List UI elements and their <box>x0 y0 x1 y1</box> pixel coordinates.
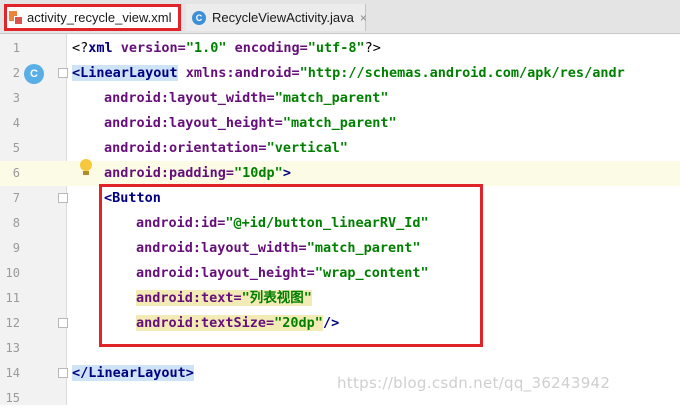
tab-label: activity_recycle_view.xml <box>27 10 172 25</box>
java-class-icon: C <box>192 10 206 25</box>
line-number: 4 <box>12 116 20 130</box>
watermark: https://blog.csdn.net/qq_36243942 <box>337 374 611 392</box>
line-number: 15 <box>5 391 20 405</box>
highlight-annotation-box <box>99 184 483 347</box>
line-number: 13 <box>5 341 20 355</box>
line-number: 8 <box>12 216 20 230</box>
close-tab-icon[interactable]: × <box>360 11 367 25</box>
code-line: 3 android:layout_width="match_parent" <box>0 86 680 111</box>
line-number: 9 <box>12 241 20 255</box>
line-number: 12 <box>5 316 20 330</box>
line-number: 14 <box>5 366 20 380</box>
code-text: <?xml version="1.0" encoding="utf-8"?> <box>72 40 381 56</box>
code-text: <LinearLayout xmlns:android="http://sche… <box>72 65 625 81</box>
fold-marker-icon[interactable] <box>58 68 68 78</box>
class-reference-gutter-icon[interactable]: C <box>24 64 44 84</box>
code-text: android:orientation="vertical" <box>104 140 348 156</box>
line-number: 6 <box>12 166 20 180</box>
fold-marker-icon[interactable] <box>58 318 68 328</box>
line-number: 2 <box>12 66 20 80</box>
code-line: 5 android:orientation="vertical" <box>0 136 680 161</box>
code-text: android:layout_height="match_parent" <box>104 115 397 131</box>
code-line: 4 android:layout_height="match_parent" <box>0 111 680 136</box>
line-number: 5 <box>12 141 20 155</box>
tab-recycle-view-activity-java[interactable]: C RecycleViewActivity.java × <box>186 4 367 31</box>
code-line: 1 <?xml version="1.0" encoding="utf-8"?> <box>0 36 680 61</box>
fold-marker-icon[interactable] <box>58 368 68 378</box>
line-number: 3 <box>12 91 20 105</box>
line-number: 10 <box>5 266 20 280</box>
code-line: 2 <LinearLayout xmlns:android="http://sc… <box>0 61 680 86</box>
line-number: 7 <box>12 191 20 205</box>
code-line-current: 6 android:padding="10dp"> <box>0 161 680 186</box>
editor-tab-bar: activity_recycle_view.xml C RecycleViewA… <box>0 0 680 34</box>
line-number: 1 <box>12 41 20 55</box>
code-text: android:layout_width="match_parent" <box>104 90 389 106</box>
tab-label: RecycleViewActivity.java <box>212 10 354 25</box>
fold-marker-icon[interactable] <box>58 193 68 203</box>
line-number: 11 <box>5 291 20 305</box>
xml-file-icon <box>9 10 23 25</box>
lightbulb-icon[interactable] <box>80 159 92 175</box>
code-text: </LinearLayout> <box>72 365 194 381</box>
code-text: android:padding="10dp"> <box>104 165 291 181</box>
tab-activity-recycle-view-xml[interactable]: activity_recycle_view.xml <box>4 4 181 31</box>
